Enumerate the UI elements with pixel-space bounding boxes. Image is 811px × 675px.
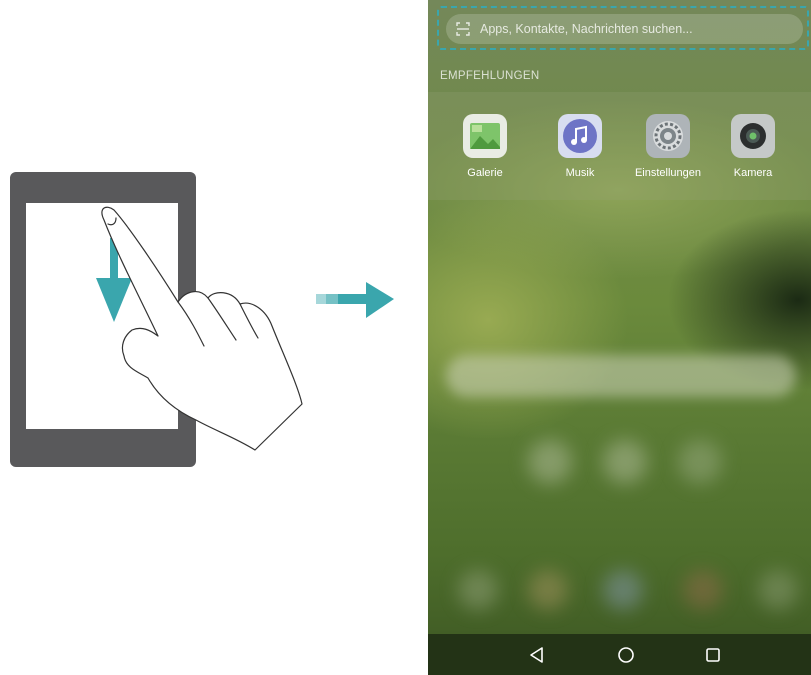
settings-icon (646, 114, 690, 158)
blurred-dock-icon (758, 570, 798, 610)
transition-arrow-icon (316, 282, 394, 318)
app-label: Galerie (467, 167, 503, 179)
blurred-home-icon (603, 440, 647, 484)
home-icon[interactable] (615, 644, 637, 666)
blurred-widget (446, 355, 796, 397)
tablet-screen (26, 203, 178, 429)
blurred-dock-icon (528, 570, 568, 610)
app-einstellungen[interactable]: Einstellungen (628, 114, 708, 179)
blurred-dock-icon (458, 570, 498, 610)
app-musik[interactable]: Musik (540, 114, 620, 179)
app-label: Kamera (733, 167, 773, 179)
app-label: Einstellungen (634, 167, 702, 179)
blurred-home-icon (678, 440, 722, 484)
app-label: Musik (565, 167, 595, 179)
app-kamera[interactable]: Kamera (713, 114, 793, 179)
blurred-home-icon (528, 440, 572, 484)
back-icon[interactable] (526, 644, 548, 666)
music-icon (558, 114, 602, 158)
app-galerie[interactable]: Galerie (445, 114, 525, 179)
phone-screen: Apps, Kontakte, Nachrichten suchen... EM… (428, 0, 811, 675)
recommendations-heading: EMPFEHLUNGEN (440, 70, 540, 82)
navigation-bar (428, 634, 811, 675)
blurred-dock-icon (683, 570, 723, 610)
camera-icon (731, 114, 775, 158)
tablet-illustration (10, 172, 196, 467)
recents-icon[interactable] (702, 644, 724, 666)
gallery-icon (463, 114, 507, 158)
search-highlight-frame (437, 6, 809, 50)
blurred-dock-icon (603, 570, 643, 610)
